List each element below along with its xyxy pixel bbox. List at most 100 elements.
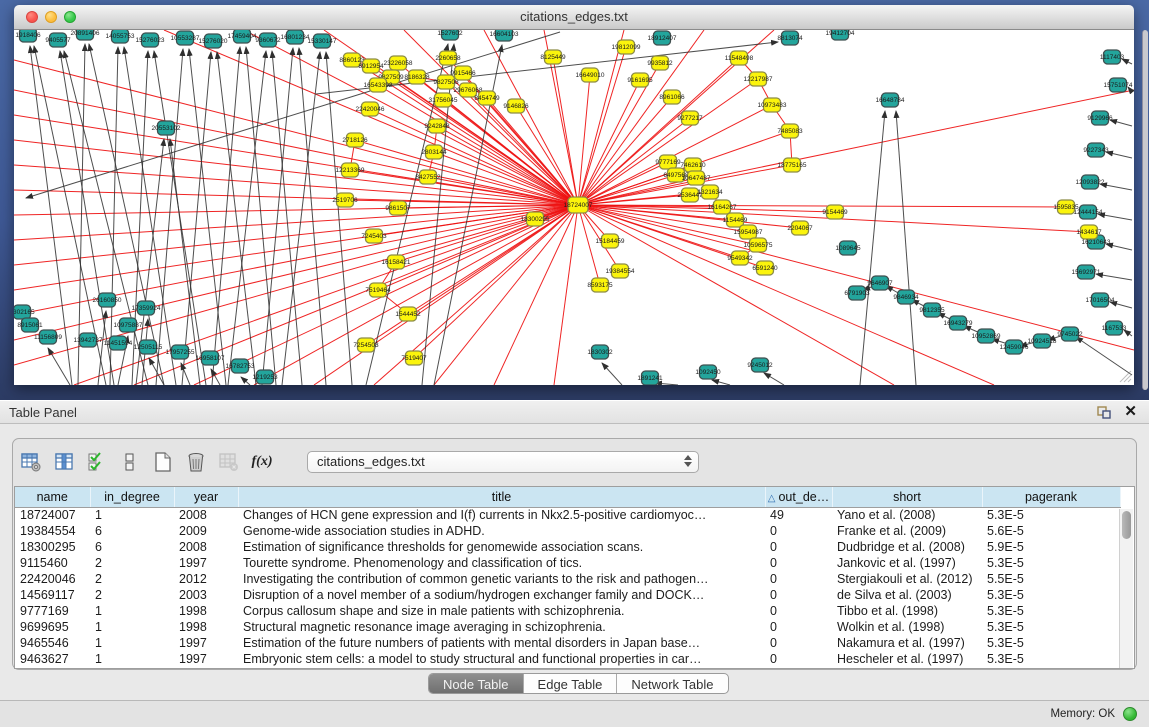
select-column-icon[interactable] bbox=[54, 452, 74, 472]
close-panel-icon[interactable]: ✕ bbox=[1124, 404, 1137, 420]
table-cell: 5.3E-5 bbox=[982, 603, 1120, 619]
delete-table-icon[interactable] bbox=[219, 452, 239, 472]
network-node-label: 17016504 bbox=[1086, 297, 1115, 304]
network-node-label: 10973483 bbox=[758, 102, 787, 109]
network-edge bbox=[228, 51, 266, 385]
table-row[interactable]: 1830029562008Estimation of significance … bbox=[15, 539, 1120, 555]
column-header-pagerank[interactable]: pagerank bbox=[982, 487, 1120, 507]
network-edge bbox=[314, 205, 578, 385]
network-node-label: 17359924 bbox=[132, 305, 161, 312]
network-node-label: 15184459 bbox=[596, 238, 625, 245]
network-node-label: 16958107 bbox=[196, 355, 225, 362]
network-desktop: citations_edges.txt 19184069405577208914… bbox=[0, 0, 1149, 400]
network-node-label: 1167533 bbox=[1102, 325, 1127, 332]
network-edge bbox=[602, 363, 622, 385]
table-scrollbar[interactable] bbox=[1119, 509, 1133, 668]
table-cell: 9463627 bbox=[15, 651, 90, 667]
network-canvas[interactable]: 1918406940557720891406140557531527602310… bbox=[14, 30, 1134, 385]
memory-status-indicator[interactable] bbox=[1123, 707, 1137, 721]
table-cell: Dudbridge et al. (2008) bbox=[832, 539, 982, 555]
table-row[interactable]: 1872400712008Changes of HCN gene express… bbox=[15, 507, 1120, 523]
column-header-in_degree[interactable]: in_degree bbox=[90, 487, 174, 507]
column-header-year[interactable]: year bbox=[174, 487, 238, 507]
table-cell: 0 bbox=[765, 635, 832, 651]
network-node-label: 9846934 bbox=[893, 294, 919, 301]
tab-edge-table[interactable]: Edge Table bbox=[524, 674, 618, 693]
status-bar: Memory: OK bbox=[0, 700, 1149, 727]
column-header-label: year bbox=[194, 490, 218, 504]
table-cell: Nakamura et al. (1997) bbox=[832, 635, 982, 651]
column-header-label: in_degree bbox=[104, 490, 160, 504]
table-cell: Hescheler et al. (1997) bbox=[832, 651, 982, 667]
table-cell: Yano et al. (2008) bbox=[832, 507, 982, 523]
network-edge bbox=[164, 30, 578, 205]
network-edge bbox=[26, 32, 560, 198]
network-node-label: 15692971 bbox=[1072, 269, 1101, 276]
table-cell: 19384554 bbox=[15, 523, 90, 539]
column-header-label: out_de… bbox=[778, 490, 829, 504]
network-edge bbox=[554, 205, 578, 385]
network-edge bbox=[217, 52, 256, 385]
tab-node-table[interactable]: Node Table bbox=[429, 674, 524, 693]
network-node-label: 9146826 bbox=[503, 103, 529, 110]
table-cell: Estimation of significance thresholds fo… bbox=[238, 539, 765, 555]
network-edge bbox=[1100, 184, 1132, 190]
network-node-label: 9161695 bbox=[627, 77, 653, 84]
network-node-label: 18775165 bbox=[778, 162, 807, 169]
table-cell: de Silva et al. (2003) bbox=[832, 587, 982, 603]
float-panel-icon[interactable] bbox=[1096, 405, 1112, 420]
table-panel-title: Table Panel bbox=[9, 405, 77, 420]
network-node-label: 9745022 bbox=[1057, 331, 1083, 338]
network-node-label: 2204067 bbox=[787, 225, 813, 232]
table-row[interactable]: 911546021997Tourette syndrome. Phenomeno… bbox=[15, 555, 1120, 571]
unselect-rows-icon[interactable] bbox=[120, 452, 140, 472]
table-cell: Estimation of the future numbers of pati… bbox=[238, 635, 765, 651]
table-row[interactable]: 1456911722003Disruption of a novel membe… bbox=[15, 587, 1120, 603]
table-row[interactable]: 977716911998Corpus callosum shape and si… bbox=[15, 603, 1120, 619]
cytoscape-app: citations_edges.txt 19184069405577208914… bbox=[0, 0, 1149, 727]
column-header-name[interactable]: name bbox=[15, 487, 90, 507]
delete-column-trash-icon[interactable] bbox=[186, 452, 206, 472]
desktop-scrollbar[interactable] bbox=[1142, 30, 1148, 390]
table-cell: 1 bbox=[90, 619, 174, 635]
table-row[interactable]: 1938455462009Genome-wide association stu… bbox=[15, 523, 1120, 539]
network-node-label: 7485083 bbox=[777, 128, 803, 135]
network-node-label: 10952869 bbox=[972, 333, 1001, 340]
table-cell: 18724007 bbox=[15, 507, 90, 523]
table-cell: 1997 bbox=[174, 651, 238, 667]
table-row[interactable]: 969969511998Structural magnetic resonanc… bbox=[15, 619, 1120, 635]
network-edge bbox=[48, 348, 70, 385]
network-node-label: 8593175 bbox=[587, 282, 613, 289]
network-node-label: 15276020 bbox=[199, 38, 228, 45]
column-header-short[interactable]: short bbox=[832, 487, 982, 507]
table-cell: 0 bbox=[765, 651, 832, 667]
table-settings-icon[interactable] bbox=[21, 452, 41, 472]
column-header-out_de[interactable]: △out_de… bbox=[765, 487, 832, 507]
table-cell: 1998 bbox=[174, 603, 238, 619]
network-node-label: 16782753 bbox=[226, 363, 255, 370]
network-window-titlebar[interactable]: citations_edges.txt bbox=[14, 5, 1134, 30]
network-node-label: 1595835 bbox=[1053, 204, 1079, 211]
network-edge bbox=[1106, 152, 1132, 158]
network-node-label: 2803144 bbox=[421, 149, 447, 156]
network-node-label: 16943279 bbox=[944, 320, 973, 327]
table-select-dropdown[interactable]: citations_edges.txt bbox=[307, 451, 699, 473]
select-rows-icon[interactable] bbox=[87, 452, 107, 472]
table-cell: 5.6E-5 bbox=[982, 523, 1120, 539]
table-cell: Structural magnetic resonance image aver… bbox=[238, 619, 765, 635]
function-builder-icon[interactable]: f(x) bbox=[252, 452, 272, 472]
network-node-label: 9827508 bbox=[433, 79, 459, 86]
network-edge bbox=[860, 111, 885, 385]
table-row[interactable]: 2242004622012Investigating the contribut… bbox=[15, 571, 1120, 587]
network-node-label: 9549342 bbox=[727, 255, 753, 262]
network-graph[interactable]: 1918406940557720891406140557531527602310… bbox=[14, 30, 1134, 385]
new-document-icon[interactable] bbox=[153, 452, 173, 472]
column-header-title[interactable]: title bbox=[238, 487, 765, 507]
table-cell: 2008 bbox=[174, 539, 238, 555]
table-row[interactable]: 946362711997Embryonic stem cells: a mode… bbox=[15, 651, 1120, 667]
tab-network-table[interactable]: Network Table bbox=[617, 674, 727, 693]
table-row[interactable]: 946554611997Estimation of the future num… bbox=[15, 635, 1120, 651]
window-resize-grip[interactable] bbox=[1118, 369, 1132, 383]
table-scrollbar-thumb[interactable] bbox=[1122, 511, 1131, 539]
table-cell: 2012 bbox=[174, 571, 238, 587]
